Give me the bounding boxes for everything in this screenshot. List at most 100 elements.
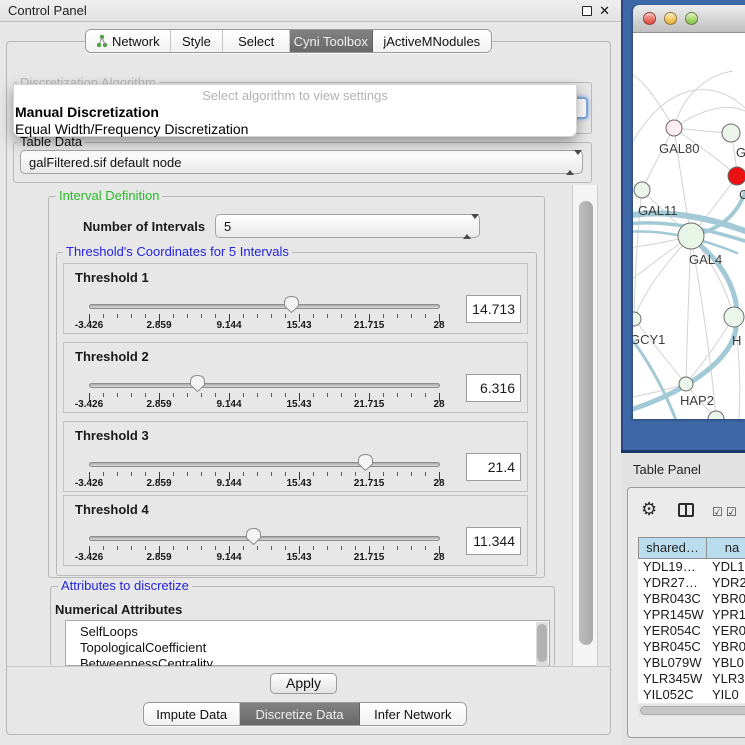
table-cell[interactable]: YDL1 <box>707 559 745 575</box>
close-traffic-light-icon[interactable] <box>643 12 656 25</box>
table-row[interactable]: YBL079WYBL0 <box>638 655 745 671</box>
table-cell[interactable]: YDR27… <box>638 575 707 591</box>
list-scrollbar[interactable] <box>536 622 548 666</box>
table-row[interactable]: YLR345WYLR3 <box>638 671 745 687</box>
table-cell[interactable]: YBR043C <box>638 591 707 607</box>
attributes-group-label: Attributes to discretize <box>58 579 192 592</box>
table-cell[interactable]: YBL0 <box>707 655 745 671</box>
tab-style[interactable]: Style <box>171 30 224 52</box>
table-data-combo[interactable]: galFiltered.sif default node <box>20 150 583 174</box>
network-edge <box>674 71 733 128</box>
node-label: GAL80 <box>659 141 699 156</box>
table-cell[interactable]: YBR045C <box>638 639 707 655</box>
threshold-2-box: Threshold 2-3.4262.8599.14415.4321.71528… <box>63 342 528 413</box>
slider-thumb[interactable] <box>189 374 206 393</box>
table-row[interactable]: YER054CYER0 <box>638 623 745 639</box>
vertical-scrollbar[interactable] <box>572 185 598 666</box>
table-cell[interactable]: YIL052C <box>638 687 707 703</box>
table-cell[interactable]: YPR145W <box>638 607 707 623</box>
threshold-value-field[interactable]: 21.4 <box>466 453 521 481</box>
table-cell[interactable]: YER0 <box>707 623 745 639</box>
close-icon[interactable]: ✕ <box>599 3 610 19</box>
network-node[interactable] <box>679 377 693 391</box>
list-item[interactable]: SelfLoops <box>80 624 138 639</box>
menu-item-equal-width-frequency[interactable]: Equal Width/Frequency Discretization <box>15 121 248 137</box>
columns-icon[interactable] <box>678 503 694 517</box>
table-row[interactable]: YIL052CYIL0 <box>638 687 745 703</box>
horizontal-scrollbar[interactable] <box>638 704 745 717</box>
tab-discretize-data[interactable]: Discretize Data <box>240 703 359 725</box>
tab-jactivemnodules[interactable]: jActiveMNodules <box>373 30 491 52</box>
slider-track[interactable] <box>89 462 440 467</box>
network-node[interactable] <box>666 120 682 136</box>
tick-label: 21.715 <box>354 399 385 410</box>
column-header-shared-name[interactable]: shared… <box>638 537 707 559</box>
slider-track[interactable] <box>89 304 440 309</box>
scrollbar-thumb[interactable] <box>579 201 593 645</box>
slider-thumb[interactable] <box>357 453 374 472</box>
gear-icon[interactable]: ⚙ <box>641 499 657 520</box>
slider-thumb[interactable] <box>245 527 262 546</box>
list-item[interactable]: TopologicalCoefficient <box>80 640 206 655</box>
threshold-value-field[interactable]: 6.316 <box>466 374 521 402</box>
zoom-traffic-light-icon[interactable] <box>685 12 698 25</box>
slider-track[interactable] <box>89 383 440 388</box>
apply-button[interactable]: Apply <box>270 673 337 694</box>
minimize-traffic-light-icon[interactable] <box>664 12 677 25</box>
menu-item-manual-discretization[interactable]: Manual Discretization <box>15 104 159 120</box>
table-cell[interactable]: YLR345W <box>638 671 707 687</box>
slider-track[interactable] <box>89 536 440 541</box>
tab-select[interactable]: Select <box>223 30 290 52</box>
network-node[interactable] <box>633 312 641 326</box>
tab-infer-network[interactable]: Infer Network <box>360 703 466 725</box>
slider-tick-labels: -3.4262.8599.14415.4321.71528 <box>64 478 527 490</box>
number-of-intervals-combo[interactable]: 5 <box>215 214 480 238</box>
tick-label: 28 <box>433 552 444 563</box>
checkbox-icon[interactable]: ☑ <box>712 505 723 519</box>
network-view-window[interactable]: GAL80GACGAL11GAL4GCY1HHAP2 <box>633 5 745 419</box>
table-cell[interactable]: YDL19… <box>638 559 707 575</box>
tab-label: jActiveMNodules <box>383 34 480 49</box>
table-cell[interactable]: YIL0 <box>707 687 745 703</box>
scrollbar-thumb[interactable] <box>537 624 547 662</box>
slider-thumb[interactable] <box>283 295 300 314</box>
table-cell[interactable]: YBR0 <box>707 639 745 655</box>
tab-label: Impute Data <box>156 707 227 722</box>
network-node[interactable] <box>728 167 745 185</box>
network-canvas[interactable]: GAL80GACGAL11GAL4GCY1HHAP2 <box>633 33 745 419</box>
table-row[interactable]: YBR043CYBR0 <box>638 591 745 607</box>
list-item[interactable]: BetweennessCentrality <box>80 656 213 666</box>
table-cell[interactable]: YDR2 <box>707 575 745 591</box>
network-node[interactable] <box>634 182 650 198</box>
tab-cyni-toolbox[interactable]: Cyni Toolbox <box>290 30 373 52</box>
threshold-value-field[interactable]: 14.713 <box>466 295 521 323</box>
node-label: GA <box>736 145 745 160</box>
table-row[interactable]: YPR145WYPR1 <box>638 607 745 623</box>
table-cell[interactable]: YPR1 <box>707 607 745 623</box>
threshold-value-field[interactable]: 11.344 <box>466 527 521 555</box>
table-row[interactable]: YBR045CYBR0 <box>638 639 745 655</box>
table-row[interactable]: YDR27…YDR2 <box>638 575 745 591</box>
numerical-attributes-label: Numerical Attributes <box>55 602 182 617</box>
network-window-titlebar[interactable] <box>633 5 745 33</box>
right-region: GAL80GACGAL11GAL4GCY1HHAP2 Table Panel ⚙… <box>621 0 745 745</box>
network-node[interactable] <box>722 124 740 142</box>
tick-label: 21.715 <box>354 320 385 331</box>
tab-impute-data[interactable]: Impute Data <box>144 703 240 725</box>
network-graph: GAL80GACGAL11GAL4GCY1HHAP2 <box>633 33 745 419</box>
tick-label: 2.859 <box>146 478 171 489</box>
tab-network[interactable]: Network <box>86 30 171 52</box>
network-node[interactable] <box>724 307 744 327</box>
numerical-attributes-list[interactable]: SelfLoopsTopologicalCoefficientBetweenne… <box>65 620 550 666</box>
column-header-name[interactable]: na <box>707 537 745 559</box>
table-cell[interactable]: YLR3 <box>707 671 745 687</box>
table-cell[interactable]: YBL079W <box>638 655 707 671</box>
network-node[interactable] <box>678 223 704 249</box>
checkbox-icon[interactable]: ☑ <box>726 505 737 519</box>
table-cell[interactable]: YER054C <box>638 623 707 639</box>
tick-label: -3.426 <box>75 399 103 410</box>
scrollbar-thumb[interactable] <box>640 706 745 715</box>
float-window-icon[interactable] <box>582 6 592 16</box>
table-cell[interactable]: YBR0 <box>707 591 745 607</box>
table-row[interactable]: YDL19…YDL1 <box>638 559 745 575</box>
